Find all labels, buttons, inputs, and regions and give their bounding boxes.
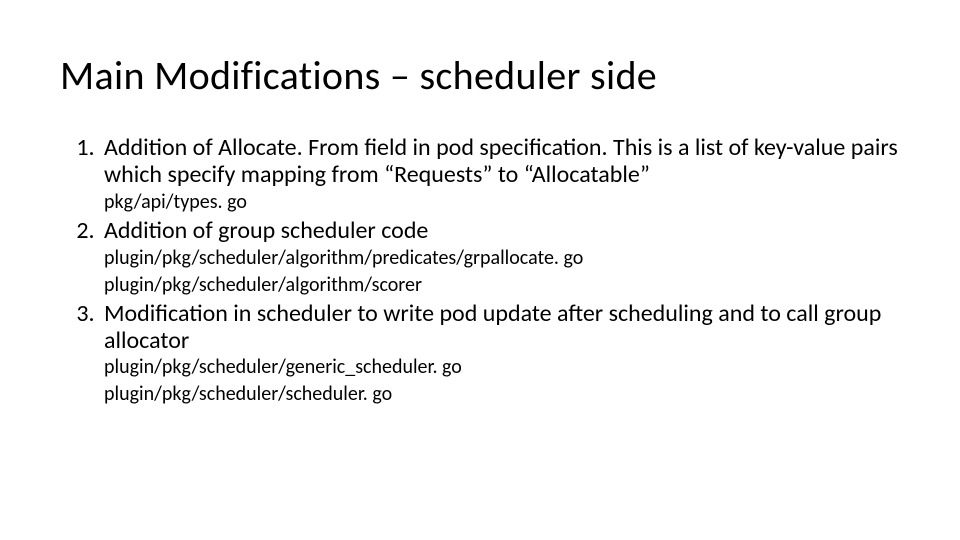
list-item: Addition of group scheduler code plugin/… (100, 218, 900, 297)
list-item-text: Modification in scheduler to write pod u… (104, 299, 881, 355)
list-sub-text: pkg/api/types. go (104, 191, 900, 214)
slide-title: Main Modifications – scheduler side (60, 55, 900, 97)
list-sub-text: plugin/pkg/scheduler/scheduler. go (104, 383, 900, 406)
list-item-text: Addition of Allocate. From field in pod … (104, 133, 898, 189)
list-item: Addition of Allocate. From field in pod … (100, 135, 900, 214)
list-sub-text: plugin/pkg/scheduler/algorithm/scorer (104, 274, 900, 297)
list-sub-text: plugin/pkg/scheduler/algorithm/predicate… (104, 247, 900, 270)
list-item: Modification in scheduler to write pod u… (100, 301, 900, 407)
slide: Main Modifications – scheduler side Addi… (0, 0, 960, 540)
list-sub-text: plugin/pkg/scheduler/generic_scheduler. … (104, 356, 900, 379)
list-item-text: Addition of group scheduler code (104, 216, 428, 245)
main-list: Addition of Allocate. From field in pod … (100, 135, 900, 406)
